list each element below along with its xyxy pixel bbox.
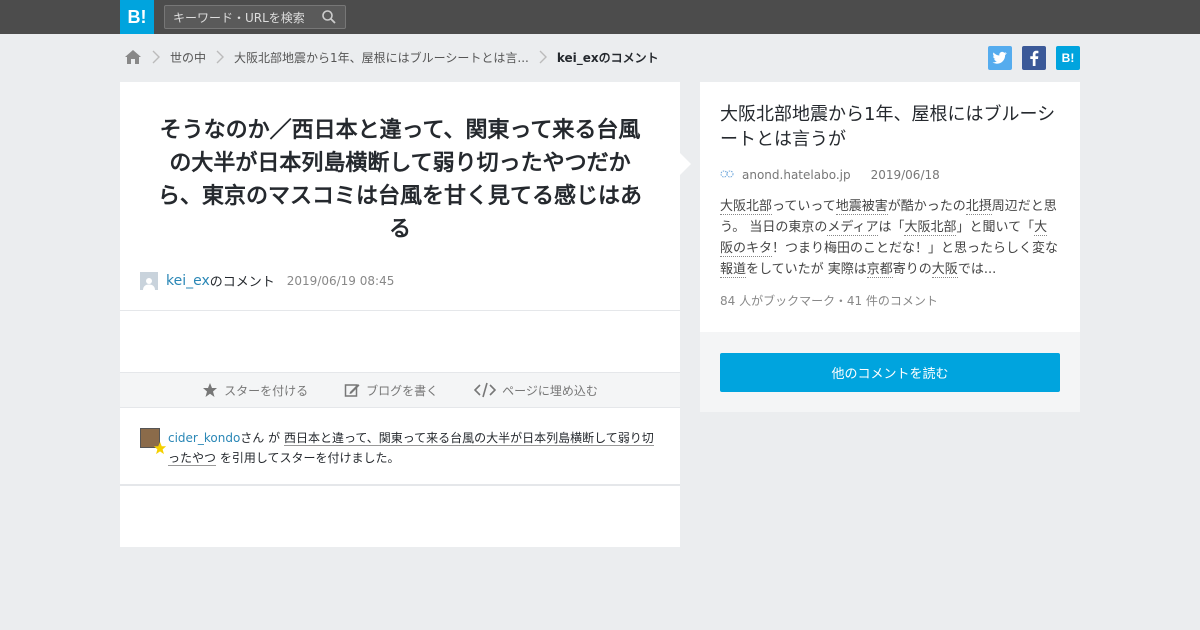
card-pointer: [680, 153, 691, 175]
comment-text: そうなのか／西日本と違って、関東って来る台風の大半が日本列島横断して弱り切ったや…: [157, 118, 642, 242]
entry-title[interactable]: 大阪北部地震から1年、屋根にはブルーシートとは言うが: [720, 102, 1060, 152]
keyword-link[interactable]: 北摂: [965, 199, 992, 215]
summary-text: では...: [957, 262, 997, 277]
keyword-link[interactable]: メディア: [827, 220, 879, 236]
facebook-share-button[interactable]: [1022, 46, 1046, 70]
read-other-comments-button[interactable]: 他のコメントを読む: [720, 353, 1060, 392]
twitter-share-button[interactable]: [988, 46, 1012, 70]
search-box[interactable]: キーワード・URLを検索: [164, 5, 346, 29]
divider: [120, 310, 680, 311]
keyword-link[interactable]: 地震被害: [835, 199, 888, 215]
entry-summary: 大阪北部っていって地震被害が酷かったの北摂周辺だと思う。 当日の東京のメディアは…: [720, 196, 1060, 280]
summary-text: 」と聞いて「: [956, 220, 1035, 235]
entry-meta: anond.hatelabo.jp 2019/06/18: [720, 168, 1060, 182]
facebook-icon: [1030, 50, 1039, 66]
search-input[interactable]: キーワード・URLを検索: [173, 9, 321, 26]
summary-text: ！つまり梅田のことだな！」と思ったらしく変な: [772, 241, 1059, 256]
chevron-right-icon: [539, 50, 547, 64]
search-icon[interactable]: [321, 9, 337, 25]
summary-text: 寄りの: [892, 262, 932, 277]
star-notice: cider_kondoさん が 西日本と違って、関東って来る台風の大半が日本列島…: [140, 428, 660, 468]
code-icon: [474, 382, 497, 398]
star-user-link[interactable]: cider_kondo: [168, 431, 240, 445]
hatena-share-button[interactable]: B!: [1056, 46, 1080, 70]
embed-label: ページに埋め込む: [502, 383, 598, 398]
embed-button[interactable]: ページに埋め込む: [474, 382, 598, 399]
add-star-label: スターを付ける: [224, 383, 309, 398]
summary-text: っていって: [772, 199, 836, 214]
home-icon[interactable]: [124, 48, 142, 66]
entry-date: 2019/06/18: [870, 168, 940, 182]
comment-suffix: のコメント: [209, 275, 275, 290]
add-star-button[interactable]: スターを付ける: [202, 382, 308, 399]
edit-icon: [344, 384, 360, 397]
breadcrumb-entry[interactable]: 大阪北部地震から1年、屋根にはブルーシートとは言...: [234, 49, 529, 66]
entry-footer: 他のコメントを読む: [700, 332, 1080, 412]
user-icon: [143, 277, 155, 290]
action-bar: スターを付ける ブログを書く ページに埋め込む: [120, 372, 680, 408]
star-tail: を引用してスターを付けました。: [219, 451, 400, 465]
write-blog-button[interactable]: ブログを書く: [344, 382, 438, 399]
summary-text: をしていたが 実際は: [746, 262, 867, 277]
divider: [120, 484, 680, 486]
twitter-icon: [992, 51, 1007, 64]
comment-user-link[interactable]: kei_ex: [166, 273, 210, 289]
share-buttons: B!: [988, 46, 1080, 70]
star-notice-text: cider_kondoさん が 西日本と違って、関東って来る台風の大半が日本列島…: [168, 428, 660, 468]
entry-domain[interactable]: anond.hatelabo.jp: [742, 168, 851, 182]
keyword-link[interactable]: 京都: [866, 262, 893, 278]
star-icon: [203, 383, 218, 397]
summary-text: は「: [878, 220, 905, 235]
write-blog-label: ブログを書く: [366, 383, 439, 398]
breadcrumb-current: kei_exのコメント: [556, 50, 659, 65]
favicon-icon: [720, 170, 734, 178]
keyword-link[interactable]: 大阪北部: [904, 220, 957, 236]
star-san: さん が: [240, 431, 281, 445]
entry-card: 大阪北部地震から1年、屋根にはブルーシートとは言うが anond.hatelab…: [700, 82, 1080, 332]
avatar[interactable]: [140, 271, 158, 290]
keyword-link[interactable]: 大阪北部: [720, 199, 773, 215]
breadcrumb: 世の中 大阪北部地震から1年、屋根にはブルーシートとは言... kei_exのコ…: [124, 46, 659, 68]
star-icon: [153, 441, 167, 455]
comment-meta: kei_ex のコメント 2019/06/19 08:45: [140, 271, 394, 290]
chevron-right-icon: [152, 50, 160, 64]
breadcrumb-category[interactable]: 世の中: [170, 49, 206, 66]
bookmark-count[interactable]: 84 人がブックマーク・41 件のコメント: [720, 292, 1060, 309]
hatena-bookmark-logo[interactable]: B!: [120, 0, 154, 34]
comment-date[interactable]: 2019/06/19 08:45: [287, 274, 395, 288]
keyword-link[interactable]: 報道: [720, 262, 747, 278]
chevron-right-icon: [216, 50, 225, 64]
comment-card: そうなのか／西日本と違って、関東って来る台風の大半が日本列島横断して弱り切ったや…: [120, 82, 680, 547]
summary-text: が酷かったの: [887, 199, 966, 214]
top-bar: B! キーワード・URLを検索: [0, 0, 1200, 34]
avatar[interactable]: [140, 428, 167, 455]
keyword-link[interactable]: 大阪: [931, 262, 958, 278]
